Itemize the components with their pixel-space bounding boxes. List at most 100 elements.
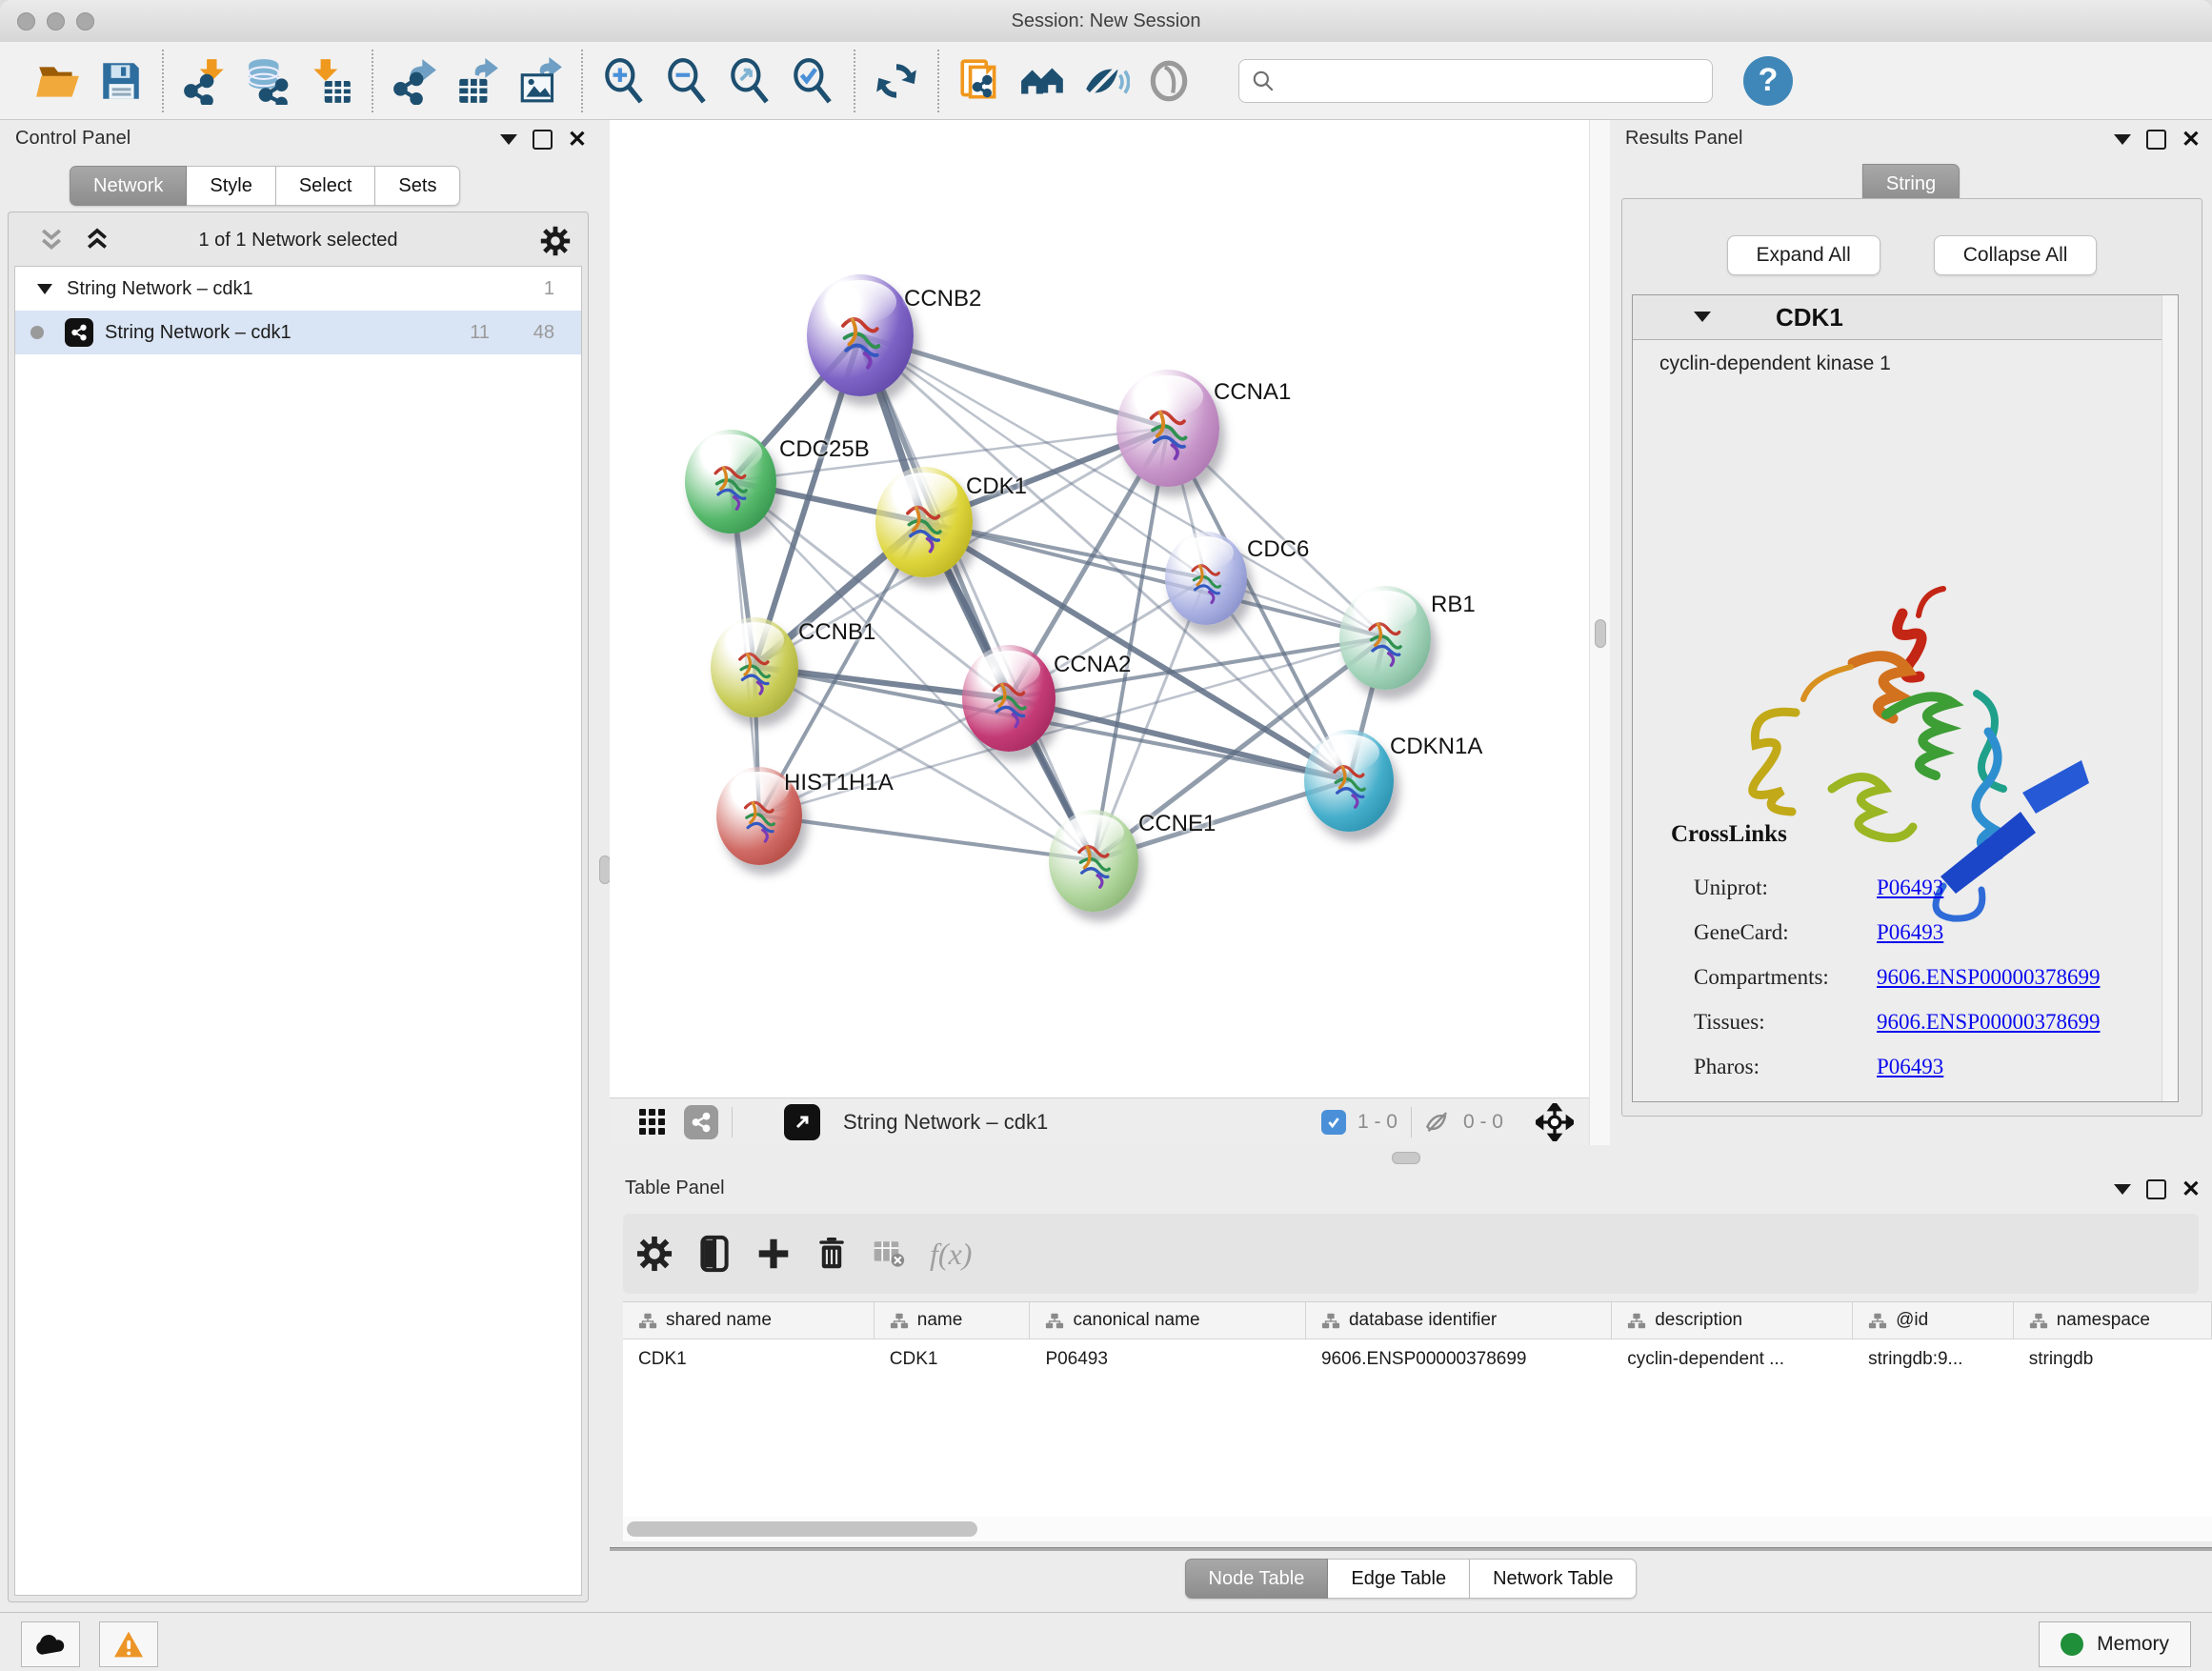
node-CCNA1[interactable] [1116, 370, 1219, 487]
collapse-section-icon[interactable] [1694, 312, 1711, 322]
column-header-canonical-name[interactable]: canonical name [1030, 1302, 1306, 1339]
zoom-selected-button[interactable] [781, 47, 844, 115]
network-canvas[interactable]: CCNB2CCNA1CDC25BCDK1CDC6RB1CCNB1CCNA2CDK… [610, 120, 1589, 1097]
node-label-CDC25B: CDC25B [779, 436, 870, 463]
network-tree: String Network – cdk1 1 String Network –… [14, 266, 582, 1596]
network-collection-row[interactable]: String Network – cdk1 1 [15, 267, 581, 311]
table-row[interactable]: CDK1CDK1P064939606.ENSP00000378699cyclin… [623, 1339, 2212, 1379]
zoom-out-button[interactable] [655, 47, 718, 115]
node-gloss [891, 473, 956, 513]
node-CCNA2[interactable] [962, 645, 1056, 752]
hidden-eye-slash-icon[interactable] [1425, 1109, 1452, 1136]
network-share-icon[interactable] [684, 1105, 718, 1139]
zoom-in-button[interactable] [593, 47, 655, 115]
right-splitter[interactable] [1589, 120, 1612, 1145]
refresh-button[interactable] [865, 47, 928, 115]
crosslink-link[interactable]: P06493 [1877, 876, 1943, 900]
tab-edge-table[interactable]: Edge Table [1328, 1559, 1470, 1599]
panel-float-icon[interactable] [533, 130, 553, 150]
node-CCNB1[interactable] [711, 617, 798, 717]
zoom-fit-button[interactable] [718, 47, 781, 115]
show-columns-icon[interactable] [697, 1235, 732, 1273]
panel-menu-icon[interactable] [2114, 134, 2131, 145]
node-CDK1[interactable] [875, 467, 973, 577]
export-table-button[interactable] [446, 47, 509, 115]
crosslink-link[interactable]: P06493 [1877, 920, 1943, 945]
show-all-button[interactable] [1137, 47, 1200, 115]
node-CDC25B[interactable] [685, 430, 776, 534]
import-network-database-button[interactable] [236, 47, 299, 115]
edge-CDK1-RB1[interactable] [924, 522, 1385, 637]
search-input[interactable] [1276, 69, 1689, 92]
node-CDKN1A[interactable] [1304, 730, 1394, 832]
table-toolbar: f(x) [623, 1214, 2199, 1294]
save-session-button[interactable] [90, 47, 152, 115]
node-RB1[interactable] [1339, 586, 1431, 690]
string-import-button[interactable] [949, 47, 1012, 115]
panel-menu-icon[interactable] [500, 134, 517, 145]
results-scrollbar[interactable] [2162, 295, 2178, 1101]
column-header-shared-name[interactable]: shared name [623, 1302, 875, 1339]
splitter-grip[interactable] [1595, 619, 1606, 648]
edge-HIST1H1A-CCNE1[interactable] [759, 815, 1094, 860]
crosslink-link[interactable]: 9606.ENSP00000378699 [1877, 1010, 2101, 1035]
pan-crosshair-icon[interactable] [1536, 1103, 1574, 1141]
tab-network-table[interactable]: Network Table [1470, 1559, 1637, 1599]
houses-button[interactable] [1012, 47, 1075, 115]
open-in-window-icon[interactable] [784, 1104, 820, 1140]
node-CCNE1[interactable] [1049, 810, 1138, 912]
selected-checkbox-icon[interactable] [1321, 1110, 1346, 1135]
search-box [1238, 59, 1713, 103]
network-row[interactable]: String Network – cdk1 11 48 [15, 311, 581, 354]
import-table-file-button[interactable] [299, 47, 362, 115]
column-header-name[interactable]: name [875, 1302, 1031, 1339]
column-header-database-identifier[interactable]: database identifier [1306, 1302, 1612, 1339]
column-header-namespace[interactable]: namespace [2014, 1302, 2212, 1339]
memory-button[interactable]: Memory [2039, 1621, 2191, 1667]
collapse-all-button[interactable]: Collapse All [1934, 235, 2098, 275]
cloud-button[interactable] [21, 1621, 80, 1667]
panel-menu-icon[interactable] [2114, 1184, 2131, 1195]
panel-close-icon[interactable]: ✕ [568, 131, 587, 148]
tab-sets[interactable]: Sets [375, 166, 460, 206]
hide-selected-button[interactable] [1075, 47, 1137, 115]
shared-column-icon [1321, 1312, 1340, 1330]
table-options-gear-icon[interactable] [636, 1236, 673, 1272]
edge-CCNB2-CCNE1[interactable] [860, 335, 1094, 860]
table-hscrollbar[interactable] [623, 1517, 2212, 1541]
tab-node-table[interactable]: Node Table [1185, 1559, 1329, 1599]
help-button[interactable]: ? [1743, 56, 1793, 106]
tab-style[interactable]: Style [187, 166, 275, 206]
crosslink-link[interactable]: P06493 [1877, 1055, 1943, 1079]
export-image-button[interactable] [509, 47, 572, 115]
left-splitter[interactable] [598, 120, 610, 1612]
collection-expand-icon[interactable] [36, 282, 53, 295]
hidden-count: 0 - 0 [1463, 1111, 1503, 1134]
splitter-grip[interactable] [1392, 1152, 1420, 1164]
eye-icon [1145, 57, 1193, 105]
zoom-in-icon [600, 57, 648, 105]
panel-close-icon[interactable]: ✕ [2182, 1181, 2201, 1198]
export-network-button[interactable] [383, 47, 446, 115]
node-CCNB2[interactable] [807, 274, 914, 396]
cdk1-section-header[interactable]: CDK1 [1633, 295, 2178, 340]
warnings-button[interactable] [99, 1621, 158, 1667]
expand-all-button[interactable]: Expand All [1727, 235, 1880, 275]
add-column-plus-icon[interactable] [756, 1237, 791, 1271]
tab-select[interactable]: Select [276, 166, 376, 206]
panel-float-icon[interactable] [2146, 1179, 2166, 1199]
tab-network[interactable]: Network [70, 166, 187, 206]
panel-close-icon[interactable]: ✕ [2182, 131, 2201, 148]
panel-float-icon[interactable] [2146, 130, 2166, 150]
network-options-gear-icon[interactable] [540, 226, 571, 256]
node-CDC6[interactable] [1165, 532, 1247, 625]
node-label-CCNA2: CCNA2 [1054, 652, 1131, 678]
scrollbar-thumb[interactable] [627, 1521, 977, 1537]
open-session-button[interactable] [27, 47, 90, 115]
grid-view-icon[interactable] [638, 1108, 667, 1137]
column-header--id[interactable]: @id [1853, 1302, 2014, 1339]
delete-column-trash-icon[interactable] [815, 1236, 848, 1272]
import-network-file-button[interactable] [173, 47, 236, 115]
crosslink-link[interactable]: 9606.ENSP00000378699 [1877, 965, 2101, 990]
column-header-description[interactable]: description [1612, 1302, 1853, 1339]
